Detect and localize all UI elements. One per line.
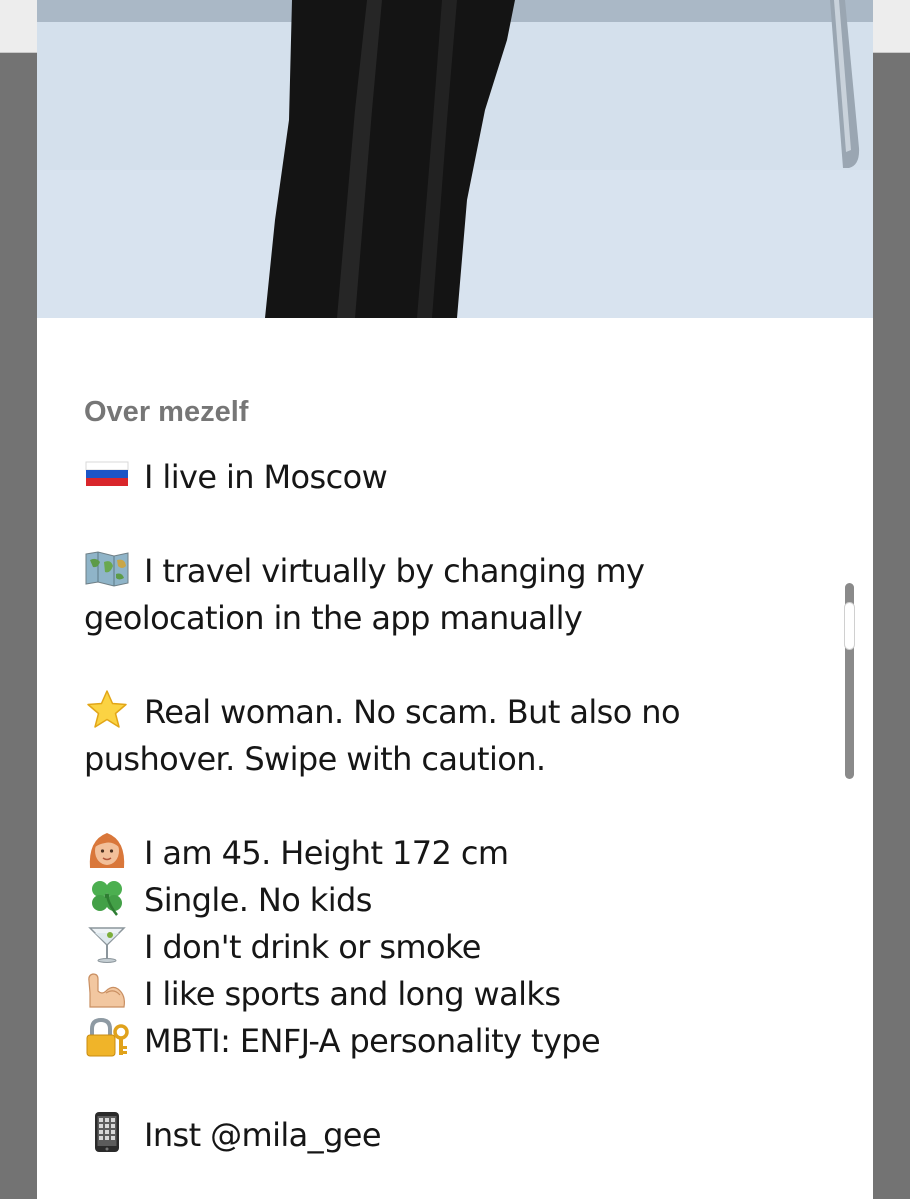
bio-text: I am 45. Height 172 cm [144,834,509,872]
bio-text: I don't drink or smoke [144,928,481,966]
bio-text: Real woman. No scam. But also no [144,693,681,731]
bio-line-instagram: Inst @mila_gee [84,1112,844,1159]
profile-photo[interactable] [37,0,873,318]
bio-line-mbti: MBTI: ENFJ-A personality type [84,1018,844,1065]
bio-line-travel: I travel virtually by changing my [84,548,844,595]
profile-card[interactable]: Over mezelf I live in Moscow I travel vi… [37,0,873,1199]
bio-line-age-height: I am 45. Height 172 cm [84,830,844,877]
bio-text: MBTI: ENFJ-A personality type [144,1022,601,1060]
lock-with-key-icon [84,1018,130,1058]
bio-text: Inst @mila_gee [144,1116,382,1154]
russia-flag-icon [84,454,130,494]
bio-text: I like sports and long walks [144,975,561,1013]
section-title: Over mezelf [84,396,249,428]
bio-line-sports: I like sports and long walks [84,971,844,1018]
bio-line-real-woman-continued: pushover. Swipe with caution. [84,736,844,783]
flexed-biceps-icon [84,971,130,1011]
bio-text: pushover. Swipe with caution. [84,740,546,778]
four-leaf-clover-icon [84,877,130,917]
bio-text: Single. No kids [144,881,372,919]
bio-line-no-drink: I don't drink or smoke [84,924,844,971]
bio-text: geolocation in the app manually [84,599,583,637]
bio-line-location: I live in Moscow [84,454,844,501]
mobile-phone-icon [84,1112,130,1152]
bio-text: I live in Moscow [144,458,388,496]
scrollbar-thumb[interactable] [844,602,855,650]
photo-scene [37,0,873,318]
star-icon [84,689,130,729]
about-section: Over mezelf I live in Moscow I travel vi… [84,392,844,1159]
bio-line-real-woman: Real woman. No scam. But also no [84,689,844,736]
bio-line-travel-continued: geolocation in the app manually [84,595,844,642]
bio-line-single: Single. No kids [84,877,844,924]
woman-icon [84,830,130,870]
world-map-icon [84,548,130,588]
cocktail-glass-icon [84,924,130,964]
bio-text: I travel virtually by changing my [144,552,645,590]
